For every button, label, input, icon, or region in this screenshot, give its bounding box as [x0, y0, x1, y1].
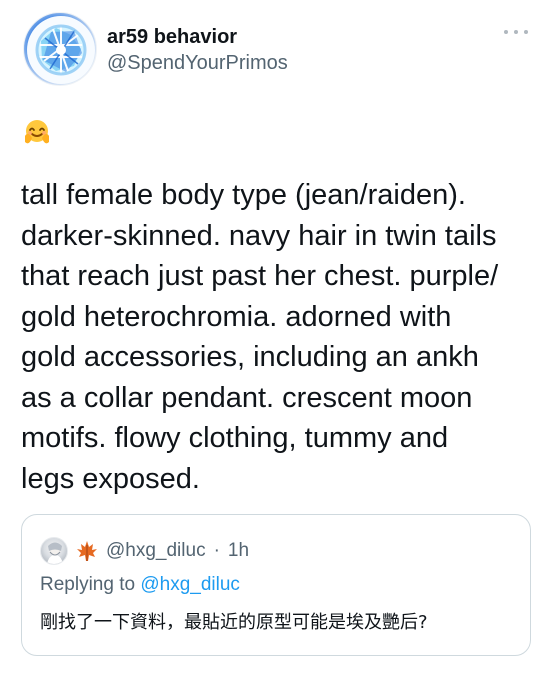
more-dot-icon [524, 30, 528, 34]
author-handle[interactable]: @SpendYourPrimos [107, 51, 288, 75]
maple-leaf-icon [76, 540, 98, 562]
tweet-text: tall female body type (jean/raiden). dar… [21, 179, 499, 495]
replying-to-label: Replying to [40, 574, 136, 595]
quoted-time[interactable]: 1h [228, 539, 249, 563]
quoted-author-handle[interactable]: @hxg_diluc [106, 539, 206, 563]
more-options-button[interactable] [504, 24, 528, 40]
quoted-author-avatar[interactable] [40, 537, 68, 565]
meta-separator: · [213, 540, 220, 561]
replying-to-mention[interactable]: @hxg_diluc [140, 574, 240, 595]
author-display-name[interactable]: ar59 behavior [107, 25, 288, 49]
replying-to-line: Replying to @hxg_diluc [40, 573, 240, 597]
quoted-tweet[interactable]: @hxg_diluc · 1h Replying to @hxg_diluc 剛… [21, 514, 531, 656]
smiling-face-with-open-hands-emoji [22, 118, 52, 148]
more-dot-icon [504, 30, 508, 34]
quoted-tweet-header: @hxg_diluc · 1h [40, 537, 249, 565]
more-dot-icon [514, 30, 518, 34]
tweet-header: ar59 behavior @SpendYourPrimos [23, 12, 531, 86]
tweet-card: ar59 behavior @SpendYourPrimos tall fema… [0, 0, 554, 679]
person-avatar-icon [47, 542, 63, 564]
globe-network-icon [27, 16, 95, 84]
author-avatar[interactable] [23, 12, 97, 86]
quoted-tweet-text: 剛找了一下資料，最貼近的原型可能是埃及艷后? [40, 612, 428, 633]
author-info: ar59 behavior @SpendYourPrimos [107, 25, 288, 75]
